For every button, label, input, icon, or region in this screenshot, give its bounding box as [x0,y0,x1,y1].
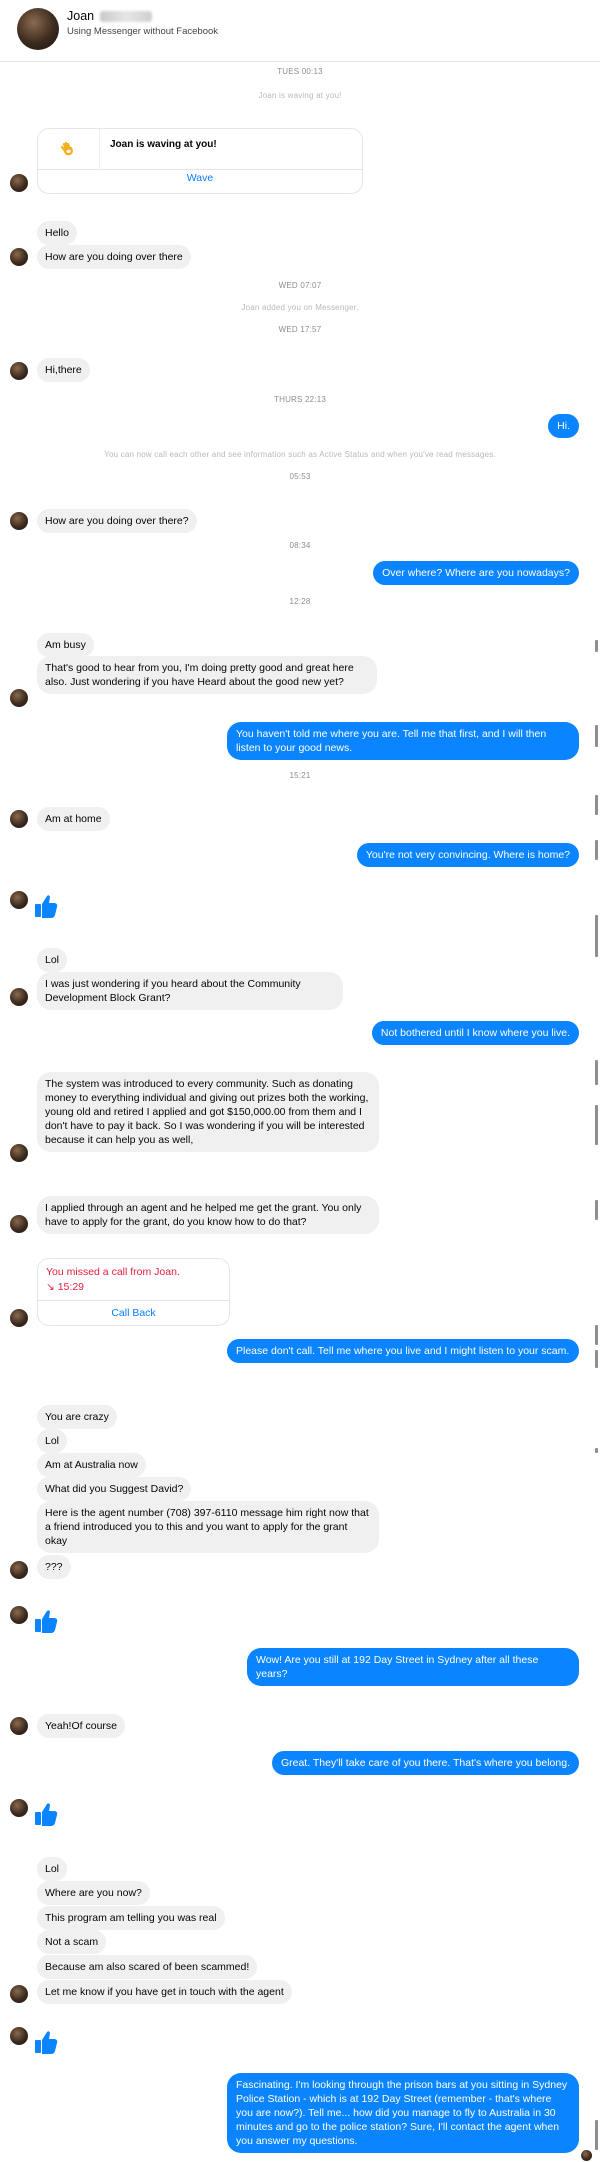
incoming-message: Not a scam [37,1930,107,1954]
timestamp: WED 07:07 [278,281,322,290]
scrollbar-mark[interactable] [595,1060,598,1085]
missed-call-card: You missed a call from Joan. ↘ 15:29 Cal… [37,1258,230,1326]
incoming-message: Lol [37,948,68,972]
outgoing-message: You're not very convincing. Where is hom… [356,843,579,867]
divider [38,1300,229,1301]
scrollbar-mark[interactable] [595,915,598,957]
scrollbar-mark[interactable] [595,725,598,747]
wave-card-title: Joan is waving at you! [110,139,217,150]
read-receipt-avatar [581,2150,592,2161]
wave-card: Joan is waving at you! Wave [37,128,363,194]
outgoing-message: Great. They'll take care of you there. T… [271,1751,579,1775]
incoming-message: How are you doing over there [37,245,191,269]
incoming-message: Where are you now? [37,1881,150,1905]
incoming-message: Let me know if you have get in touch wit… [37,1980,292,2004]
outgoing-message: Please don't call. Tell me where you liv… [227,1339,579,1363]
scrollbar-mark[interactable] [595,1350,598,1368]
incoming-message: Here is the agent number (708) 397-6110 … [37,1501,379,1553]
timestamp: 12:28 [289,597,311,606]
like-thumb-icon [35,2031,58,2054]
avatar [10,689,28,707]
scrollbar-mark[interactable] [595,795,598,815]
timestamp: WED 17:57 [278,325,322,334]
timestamp: TUES 00:13 [277,67,323,76]
incoming-message: What did you Suggest David? [37,1477,192,1501]
incoming-message: Am busy [37,633,94,657]
scrollbar-mark[interactable] [595,840,598,860]
scrollbar-mark[interactable] [595,1200,598,1220]
call-back-button[interactable]: Call Back [38,1307,229,1319]
avatar [10,1215,28,1233]
conversation-thread: Joan Using Messenger without Facebook TU… [0,0,600,2162]
avatar [10,1309,28,1327]
system-notice: You can now call each other and see info… [104,450,496,459]
system-notice: Joan added you on Messenger. [241,303,359,312]
contact-avatar[interactable] [17,8,59,50]
like-thumb-icon [35,1803,58,1826]
outgoing-message: Hi. [548,414,579,438]
incoming-message: Hello [37,221,77,245]
timestamp: 08:34 [289,541,311,550]
avatar [10,1717,28,1735]
chat-header: Joan Using Messenger without Facebook [0,0,600,62]
incoming-message: ??? [37,1555,71,1579]
incoming-message: That's good to hear from you, I'm doing … [37,656,377,694]
avatar [10,1606,28,1624]
scrollbar-mark[interactable] [595,1448,598,1453]
incoming-message: How are you doing over there? [37,509,197,533]
avatar [10,2027,28,2045]
incoming-message: Lol [37,1429,68,1453]
like-thumb-icon [35,895,58,918]
outgoing-message: Over where? Where are you nowadays? [373,561,579,585]
avatar [10,1799,28,1817]
avatar [10,1561,28,1579]
incoming-message: Lol [37,1857,68,1881]
incoming-message: This program am telling you was real [37,1906,225,1930]
incoming-message: You are crazy [37,1405,117,1429]
avatar [10,891,28,909]
incoming-message: I applied through an agent and he helped… [37,1196,379,1234]
outgoing-message: Not bothered until I know where you live… [371,1021,579,1045]
avatar [10,988,28,1006]
missed-call-title: You missed a call from Joan. [46,1266,180,1278]
outgoing-message: You haven't told me where you are. Tell … [227,722,579,760]
scrollbar-mark[interactable] [595,2120,598,2150]
contact-name[interactable]: Joan [67,9,153,23]
wave-card-header: Joan is waving at you! [38,129,362,170]
blurred-surname [100,11,153,23]
timestamp: 05:53 [289,472,311,481]
wave-card-icon-box [38,129,100,170]
incoming-message: Hi,there [37,358,90,382]
incoming-message: Am at home [37,807,110,831]
avatar [10,362,28,380]
timestamp: THURS 22:13 [274,395,326,404]
avatar [10,810,28,828]
timestamp: 15:21 [289,771,311,780]
avatar [10,1985,28,2003]
like-thumb-icon [35,1610,58,1633]
avatar [10,174,28,192]
system-notice: Joan is waving at you! [258,91,342,100]
incoming-message: The system was introduced to every commu… [37,1072,379,1152]
outgoing-message: Wow! Are you still at 192 Day Street in … [247,1648,579,1686]
outgoing-message: Fascinating. I'm looking through the pri… [227,2073,579,2153]
incoming-message: Yeah!Of course [37,1714,125,1738]
incoming-message: Am at Australia now [37,1453,146,1477]
avatar [10,512,28,530]
incoming-message: Because am also scared of been scammed! [37,1955,258,1979]
avatar [10,1144,28,1162]
avatar [10,248,28,266]
scrollbar-mark[interactable] [595,1105,598,1145]
missed-call-time: ↘ 15:29 [46,1281,84,1293]
wave-button[interactable]: Wave [38,172,362,184]
scrollbar-mark[interactable] [595,640,598,652]
incoming-message: I was just wondering if you heard about … [37,972,343,1010]
contact-subtitle: Using Messenger without Facebook [67,26,219,37]
waving-hand-icon [60,141,73,156]
scrollbar-mark[interactable] [595,1325,598,1345]
